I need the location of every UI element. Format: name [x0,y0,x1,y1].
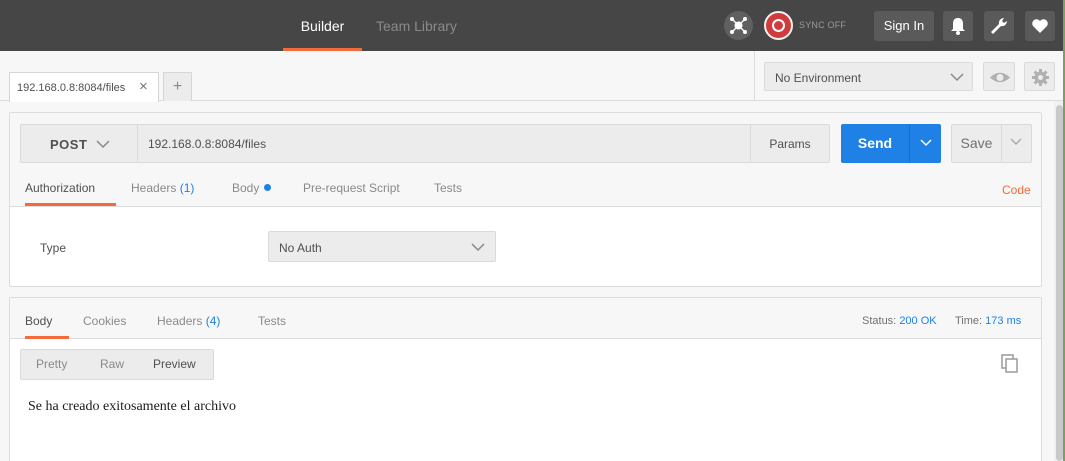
response-panel: Body Cookies Headers (4) Tests Status: 2… [9,297,1042,461]
auth-type-select[interactable]: No Auth [268,231,496,262]
response-body-text: Se ha creado exitosamente el archivo [28,399,236,414]
nav-tab-team-library[interactable]: Team Library [376,0,466,51]
tab-headers-count: (1) [179,181,195,195]
manage-environments-button[interactable] [1024,62,1055,91]
environment-quick-look-button[interactable] [983,62,1015,91]
save-divider [1001,125,1002,162]
send-divider [909,124,910,163]
chevron-down-icon [950,73,964,82]
tab-headers[interactable]: Headers (1) [131,172,194,206]
environment-select[interactable]: No Environment [764,62,973,91]
auth-type-select-value: No Auth [279,241,322,255]
wrench-icon [991,17,1008,34]
tab-headers-label: Headers [131,181,177,195]
code-link[interactable]: Code [1002,183,1031,197]
response-tab-headers-label: Headers [157,314,203,328]
response-time: Time: 173 ms [955,315,1021,327]
response-tab-headers-count: (4) [205,314,221,328]
view-mode-pretty[interactable]: Pretty [36,350,67,379]
copy-icon[interactable] [1001,354,1019,374]
time-value: 173 ms [985,315,1022,327]
response-tab-headers[interactable]: Headers (4) [157,304,220,339]
send-button[interactable]: Send [841,124,941,163]
new-tab-button[interactable]: + [163,72,192,101]
time-label: Time: [955,315,983,327]
favorite-button[interactable] [1025,11,1055,41]
view-mode-preview[interactable]: Preview [153,350,196,379]
status-value: 200 OK [899,315,937,327]
chevron-down-icon [471,243,485,252]
tab-pre-request-script-label: Pre-request Script [303,181,400,195]
send-button-label: Send [857,135,893,151]
auth-type-label: Type [40,241,67,255]
nav-tab-builder[interactable]: Builder [283,0,362,51]
url-input[interactable] [137,124,751,163]
gear-icon [1032,69,1049,86]
params-button[interactable]: Params [750,124,830,163]
view-mode-toggle: Pretty Raw Preview [20,349,214,380]
response-tab-tests[interactable]: Tests [258,304,286,339]
notifications-button[interactable] [943,11,973,41]
chevron-down-icon [96,140,110,149]
scrollbar-thumb[interactable] [1056,105,1063,461]
response-status: Status: 200 OK [862,315,937,327]
request-tab-label: 192.168.0.8:8084/files [17,82,126,94]
tab-tests[interactable]: Tests [434,172,462,206]
close-icon[interactable]: × [139,78,148,95]
settings-button[interactable] [984,11,1014,41]
response-tabs: Body Cookies Headers (4) Tests Status: 2… [10,298,1041,339]
tab-pre-request-script[interactable]: Pre-request Script [303,172,400,206]
tab-authorization[interactable]: Authorization [25,172,116,206]
chevron-down-icon[interactable] [919,138,933,148]
method-select-value: POST [50,137,88,152]
eye-icon [990,72,1010,83]
method-select[interactable]: POST [20,124,137,163]
interceptor-icon [730,17,747,34]
tab-body-label: Body [232,181,260,195]
heart-icon [1032,19,1048,33]
save-button-label: Save [960,135,993,151]
env-divider [754,51,755,101]
bell-icon [951,18,965,35]
tab-body[interactable]: Body [232,172,272,206]
request-panel: POST Params Send Save Authorization Head… [9,112,1042,287]
tab-tests-label: Tests [434,181,463,195]
status-label: Status: [862,315,897,327]
environment-select-value: No Environment [775,71,862,85]
sync-status-label: SYNC OFF [799,20,847,30]
tab-authorization-label: Authorization [25,181,96,195]
response-tab-body[interactable]: Body [25,304,69,339]
top-navbar: Builder Team Library SYNC OFF Sign In [0,0,1065,51]
request-tabs: Authorization Headers (1) Body Pre-reque… [10,172,1041,207]
response-tab-cookies-label: Cookies [83,314,127,328]
response-tab-tests-label: Tests [258,314,287,328]
view-mode-raw[interactable]: Raw [100,350,124,379]
sync-icon [772,19,785,32]
chevron-down-icon[interactable] [1009,137,1023,147]
response-tab-cookies[interactable]: Cookies [83,304,126,339]
interceptor-button[interactable] [724,11,753,40]
sign-in-button[interactable]: Sign In [874,11,934,41]
request-tab[interactable]: 192.168.0.8:8084/files × [9,72,159,102]
response-tab-body-label: Body [25,314,53,328]
sync-button[interactable] [764,11,793,40]
save-button[interactable]: Save [951,124,1032,163]
body-indicator-dot [264,184,272,191]
